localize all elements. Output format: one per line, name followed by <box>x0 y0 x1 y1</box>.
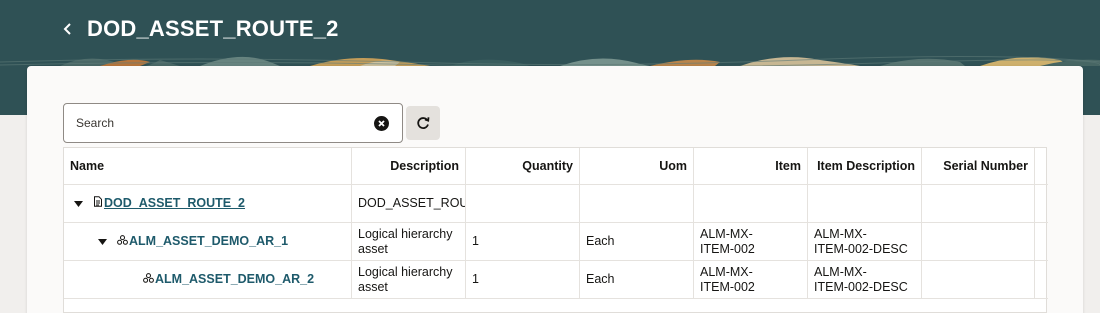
description-cell: Logical hierarchy asset <box>352 261 466 298</box>
caret-down-icon <box>74 201 83 207</box>
quantity-cell <box>466 185 580 222</box>
asset-link[interactable]: ALM_ASSET_DEMO_AR_1 <box>129 234 288 249</box>
serial-number-cell <box>922 185 1035 222</box>
asset-route-link[interactable]: DOD_ASSET_ROUTE_2 <box>104 196 245 211</box>
tree-table: Name Description Quantity Uom Item Item … <box>63 147 1048 313</box>
name-cell: ALM_ASSET_DEMO_AR_2 <box>64 261 352 298</box>
column-header-serial-number[interactable]: Serial Number <box>922 148 1035 184</box>
clear-icon <box>378 120 385 127</box>
description-line: Logical hierarchy <box>358 264 453 279</box>
item-line: ITEM-002 <box>700 279 755 294</box>
item-description-line: ITEM-002-DESC <box>814 279 908 294</box>
name-cell: ALM_ASSET_DEMO_AR_1 <box>64 223 352 260</box>
column-header-uom[interactable]: Uom <box>580 148 694 184</box>
quantity-cell: 1 <box>466 223 580 260</box>
table-row[interactable]: DOD_ASSET_ROUTE_2 DOD_ASSET_ROUT <box>64 185 1048 223</box>
name-cell: DOD_ASSET_ROUTE_2 <box>64 185 352 222</box>
column-header-item[interactable]: Item <box>694 148 808 184</box>
clear-button[interactable] <box>374 116 389 131</box>
column-header-item-description[interactable]: Item Description <box>808 148 922 184</box>
description-line: Logical hierarchy <box>358 226 453 241</box>
chevron-left-icon <box>63 23 71 35</box>
column-header-description[interactable]: Description <box>352 148 466 184</box>
uom-cell: Each <box>580 261 694 298</box>
column-header-name[interactable]: Name <box>64 148 352 184</box>
item-description-line: ALM-MX- <box>814 226 867 241</box>
page-title: DOD_ASSET_ROUTE_2 <box>87 16 339 41</box>
back-button[interactable] <box>58 17 78 41</box>
item-cell <box>694 185 808 222</box>
item-line: ITEM-002 <box>700 241 755 256</box>
table-row[interactable]: ALM_ASSET_DEMO_AR_2 Logical hierarchy ass… <box>64 261 1048 299</box>
item-cell: ALM-MX- ITEM-002 <box>694 223 808 260</box>
asset-link[interactable]: ALM_ASSET_DEMO_AR_2 <box>155 272 314 287</box>
description-cell: DOD_ASSET_ROUT <box>352 185 466 222</box>
description-cell: Logical hierarchy asset <box>352 223 466 260</box>
search-input[interactable]: Search <box>63 103 403 143</box>
item-description-line: ITEM-002-DESC <box>814 241 908 256</box>
description-line: asset <box>358 279 388 294</box>
item-cell: ALM-MX- ITEM-002 <box>694 261 808 298</box>
item-line: ALM-MX- <box>700 264 753 279</box>
expand-toggle[interactable] <box>74 196 83 211</box>
item-description-line: ALM-MX- <box>814 264 867 279</box>
refresh-button[interactable] <box>406 106 440 140</box>
table-header-row: Name Description Quantity Uom Item Item … <box>64 148 1048 185</box>
quantity-cell: 1 <box>466 261 580 298</box>
item-description-cell: ALM-MX- ITEM-002-DESC <box>808 261 922 298</box>
expand-toggle[interactable] <box>98 234 107 249</box>
item-line: ALM-MX- <box>700 226 753 241</box>
refresh-icon <box>417 117 430 129</box>
table-row[interactable]: ALM_ASSET_DEMO_AR_1 Logical hierarchy ass… <box>64 223 1048 261</box>
asset-hierarchy-icon <box>117 234 128 249</box>
uom-cell <box>580 185 694 222</box>
search-placeholder: Search <box>76 116 115 130</box>
item-description-cell: ALM-MX- ITEM-002-DESC <box>808 223 922 260</box>
document-icon <box>93 196 103 211</box>
uom-cell: Each <box>580 223 694 260</box>
serial-number-cell <box>922 261 1035 298</box>
serial-number-cell <box>922 223 1035 260</box>
asset-hierarchy-icon <box>143 272 154 287</box>
description-line: asset <box>358 241 388 256</box>
caret-down-icon <box>98 239 107 245</box>
column-header-quantity[interactable]: Quantity <box>466 148 580 184</box>
item-description-cell <box>808 185 922 222</box>
